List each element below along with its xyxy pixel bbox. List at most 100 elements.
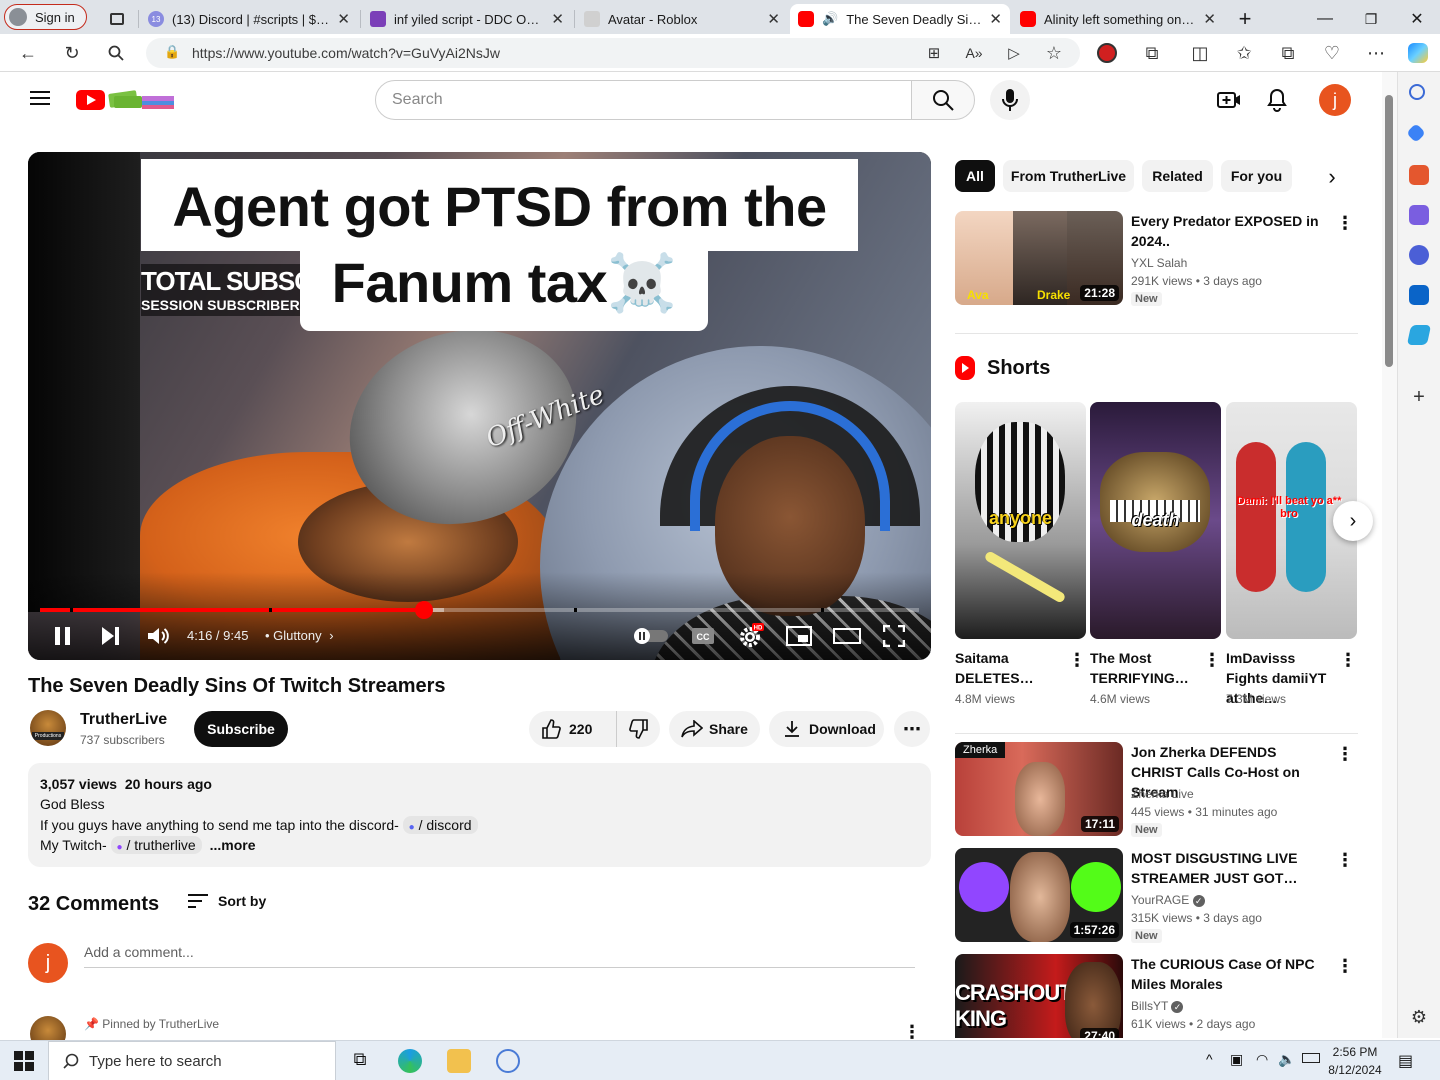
autoplay-toggle[interactable] [634, 622, 668, 650]
short-title[interactable]: The Most TERRIFYING… [1090, 648, 1200, 688]
video-channel[interactable]: BillsYT ✓ [1131, 999, 1184, 1013]
chips-next-button[interactable]: › [1320, 164, 1344, 189]
tab-alinity[interactable]: Alinity left something on her ✕ [1012, 4, 1224, 34]
extensions-button[interactable]: ⧉ [1140, 41, 1164, 65]
close-tab-icon[interactable]: ✕ [989, 10, 1002, 28]
tab-youtube-active[interactable]: 🔊 The Seven Deadly Sins O ✕ [790, 4, 1010, 34]
fullscreen-button[interactable] [883, 622, 905, 650]
favorites-button[interactable]: ✩ [1232, 41, 1256, 65]
app-taskbar-icon[interactable] [496, 1049, 520, 1073]
browser-essentials-button[interactable]: ♡ [1320, 41, 1344, 65]
video-title[interactable]: The CURIOUS Case Of NPC Miles Morales [1131, 954, 1331, 994]
short-title[interactable]: Saitama DELETES… [955, 648, 1065, 688]
video-menu-button[interactable]: ⋮ [1335, 744, 1355, 768]
tab-audio-icon[interactable]: 🔊 [822, 11, 838, 27]
show-more-button[interactable]: ...more [210, 837, 256, 853]
search-submit-button[interactable] [911, 80, 975, 120]
sidebar-copilot-icon[interactable] [1409, 245, 1429, 265]
taskbar-search-input[interactable]: Type here to search [48, 1041, 336, 1080]
tab-actions-button[interactable] [99, 4, 135, 34]
refresh-button[interactable]: ↻ [60, 41, 84, 65]
voice-search-button[interactable] [990, 80, 1030, 120]
split-screen-button[interactable]: ◫ [1188, 41, 1212, 65]
mute-button[interactable] [146, 622, 170, 650]
video-title[interactable]: Every Predator EXPOSED in 2024.. [1131, 211, 1331, 251]
sidebar-add-icon[interactable]: + [1409, 387, 1429, 407]
short-menu-button[interactable]: ⋮ [1339, 650, 1357, 671]
next-button[interactable] [100, 622, 122, 650]
miniplayer-button[interactable] [786, 622, 812, 650]
video-channel[interactable]: YourRAGE ✓ [1131, 893, 1205, 907]
chip-all[interactable]: All [955, 160, 995, 192]
add-comment-input[interactable]: Add a comment... [84, 944, 915, 968]
download-button[interactable]: Download [769, 711, 884, 747]
channel-name[interactable]: TrutherLive [80, 711, 167, 729]
favorite-button[interactable]: ☆ [1042, 41, 1066, 65]
twitch-link[interactable]: ● / trutherlive [110, 836, 202, 854]
settings-more-button[interactable]: ⋯ [1364, 41, 1388, 65]
video-channel[interactable]: Zherka Live [1131, 787, 1194, 801]
youtube-logo[interactable] [76, 88, 176, 112]
tab-roblox[interactable]: Avatar - Roblox ✕ [576, 4, 788, 34]
sidebar-outlook-icon[interactable] [1409, 285, 1429, 305]
theater-mode-button[interactable] [833, 622, 861, 650]
channel-avatar[interactable]: Productions [30, 710, 66, 746]
close-tab-icon[interactable]: ✕ [767, 10, 780, 28]
pause-button[interactable] [52, 622, 74, 650]
video-thumbnail[interactable]: CRASHOUT KING 27:40 [955, 954, 1123, 1038]
volume-icon[interactable]: 🔈 [1278, 1051, 1295, 1068]
video-menu-button[interactable]: ⋮ [1335, 213, 1355, 237]
back-button[interactable]: ← [16, 41, 40, 65]
like-button[interactable]: 220 [529, 711, 617, 747]
chip-for-you[interactable]: For you [1221, 160, 1292, 192]
recommended-video[interactable]: Zherka 17:11 Jon Zherka DEFENDS CHRIST C… [955, 742, 1358, 838]
recommended-video[interactable]: Ava Drake 21:28 Every Predator EXPOSED i… [955, 211, 1358, 307]
sidebar-settings-icon[interactable]: ⚙ [1409, 1007, 1429, 1027]
sidebar-tools-icon[interactable] [1409, 165, 1429, 185]
search-input[interactable]: Search [375, 80, 913, 120]
video-player[interactable]: Off-White TOTAL SUBSCRIBERS SESSION SUBS… [28, 152, 931, 660]
progress-scrubber[interactable] [415, 601, 434, 619]
page-scrollbar-thumb[interactable] [1385, 95, 1393, 367]
video-thumbnail[interactable]: Ava Drake 21:28 [955, 211, 1123, 305]
recommended-video[interactable]: CRASHOUT KING 27:40 The CURIOUS Case Of … [955, 954, 1358, 1038]
close-window-button[interactable]: ✕ [1402, 4, 1432, 34]
new-tab-button[interactable]: + [1230, 4, 1260, 34]
shorts-next-button[interactable]: › [1333, 501, 1373, 541]
sidebar-search-icon[interactable] [1409, 84, 1425, 100]
minimize-button[interactable]: — [1310, 4, 1340, 34]
taskbar-clock[interactable]: 2:56 PM 8/12/2024 [1322, 1043, 1388, 1079]
immersive-reader-button[interactable]: ▷ [1002, 41, 1026, 65]
close-tab-icon[interactable]: ✕ [551, 10, 564, 28]
short-thumbnail[interactable]: death [1090, 402, 1221, 639]
meet-now-icon[interactable]: ▣ [1230, 1051, 1243, 1068]
chip-from-channel[interactable]: From TrutherLive [1003, 160, 1134, 192]
progress-bar[interactable] [40, 608, 919, 612]
short-thumbnail[interactable]: anyone [955, 402, 1086, 639]
close-tab-icon[interactable]: ✕ [337, 10, 350, 28]
video-channel[interactable]: YXL Salah [1131, 256, 1187, 270]
subscribe-button[interactable]: Subscribe [194, 711, 288, 747]
account-avatar[interactable]: j [1319, 84, 1351, 116]
discord-link[interactable]: ● / discord [402, 816, 478, 834]
tab-script[interactable]: inf yiled script - DDC O&O Y ✕ [362, 4, 572, 34]
sidebar-telegram-icon[interactable] [1406, 325, 1432, 345]
chip-related[interactable]: Related [1142, 160, 1213, 192]
profile-sign-in-button[interactable]: Sign in [4, 4, 87, 30]
video-menu-button[interactable]: ⋮ [1335, 956, 1355, 980]
sort-comments-button[interactable]: Sort by [188, 893, 266, 909]
search-button[interactable] [104, 41, 128, 65]
read-aloud-button[interactable]: A» [962, 41, 986, 65]
video-thumbnail[interactable]: 1:57:26 [955, 848, 1123, 942]
task-view-button[interactable]: ⧉ [348, 1049, 372, 1073]
short-menu-button[interactable]: ⋮ [1203, 650, 1221, 671]
wifi-icon[interactable]: ◠ [1256, 1051, 1268, 1068]
video-thumbnail[interactable]: Zherka 17:11 [955, 742, 1123, 836]
share-button[interactable]: Share [669, 711, 760, 747]
menu-button[interactable] [30, 90, 50, 106]
edge-taskbar-icon[interactable] [398, 1049, 422, 1073]
start-button[interactable] [14, 1051, 34, 1071]
copilot-button[interactable] [1406, 41, 1430, 65]
app-available-button[interactable]: ⊞ [922, 41, 946, 65]
maximize-button[interactable]: ❐ [1356, 4, 1386, 34]
